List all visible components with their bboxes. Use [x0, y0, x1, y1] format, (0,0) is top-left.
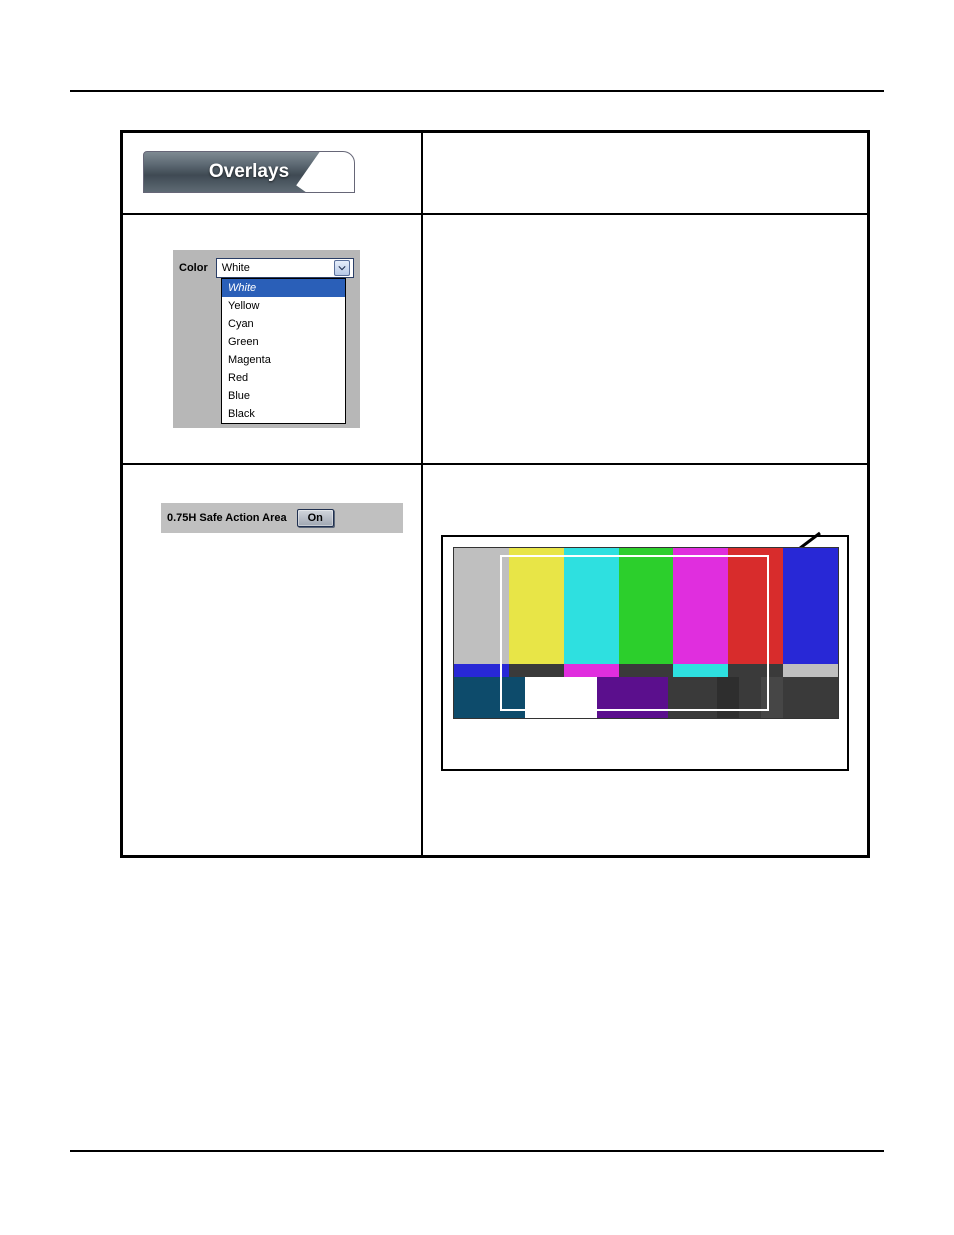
color-dropdown[interactable]: White Yellow Cyan Green Magenta Red Blue…	[221, 278, 346, 424]
safe-action-panel: 0.75H Safe Action Area On	[161, 503, 403, 533]
color-option[interactable]: Green	[222, 333, 345, 351]
color-option[interactable]: Cyan	[222, 315, 345, 333]
color-option[interactable]: Blue	[222, 387, 345, 405]
color-select[interactable]: White	[216, 258, 354, 278]
color-option[interactable]: Red	[222, 369, 345, 387]
overlays-table: Overlays Color White	[120, 130, 870, 858]
safe-action-label: 0.75H Safe Action Area	[167, 512, 287, 524]
overlays-tab-label: Overlays	[209, 161, 289, 183]
chevron-down-icon	[334, 260, 350, 276]
safe-action-preview	[441, 535, 849, 771]
top-rule	[70, 90, 884, 92]
row2-right-cell	[422, 214, 869, 464]
row1-right-cell	[422, 132, 869, 215]
safe-action-toggle[interactable]: On	[297, 509, 334, 527]
color-option[interactable]: Magenta	[222, 351, 345, 369]
color-option[interactable]: White	[222, 279, 345, 297]
color-panel: Color White White Yellow Cyan Green	[173, 250, 360, 428]
color-select-value: White	[222, 262, 250, 274]
color-option[interactable]: Black	[222, 405, 345, 423]
bottom-rule	[70, 1150, 884, 1152]
overlays-tab[interactable]: Overlays	[143, 151, 355, 193]
color-bars	[453, 547, 839, 719]
color-option[interactable]: Yellow	[222, 297, 345, 315]
color-label: Color	[179, 262, 208, 274]
